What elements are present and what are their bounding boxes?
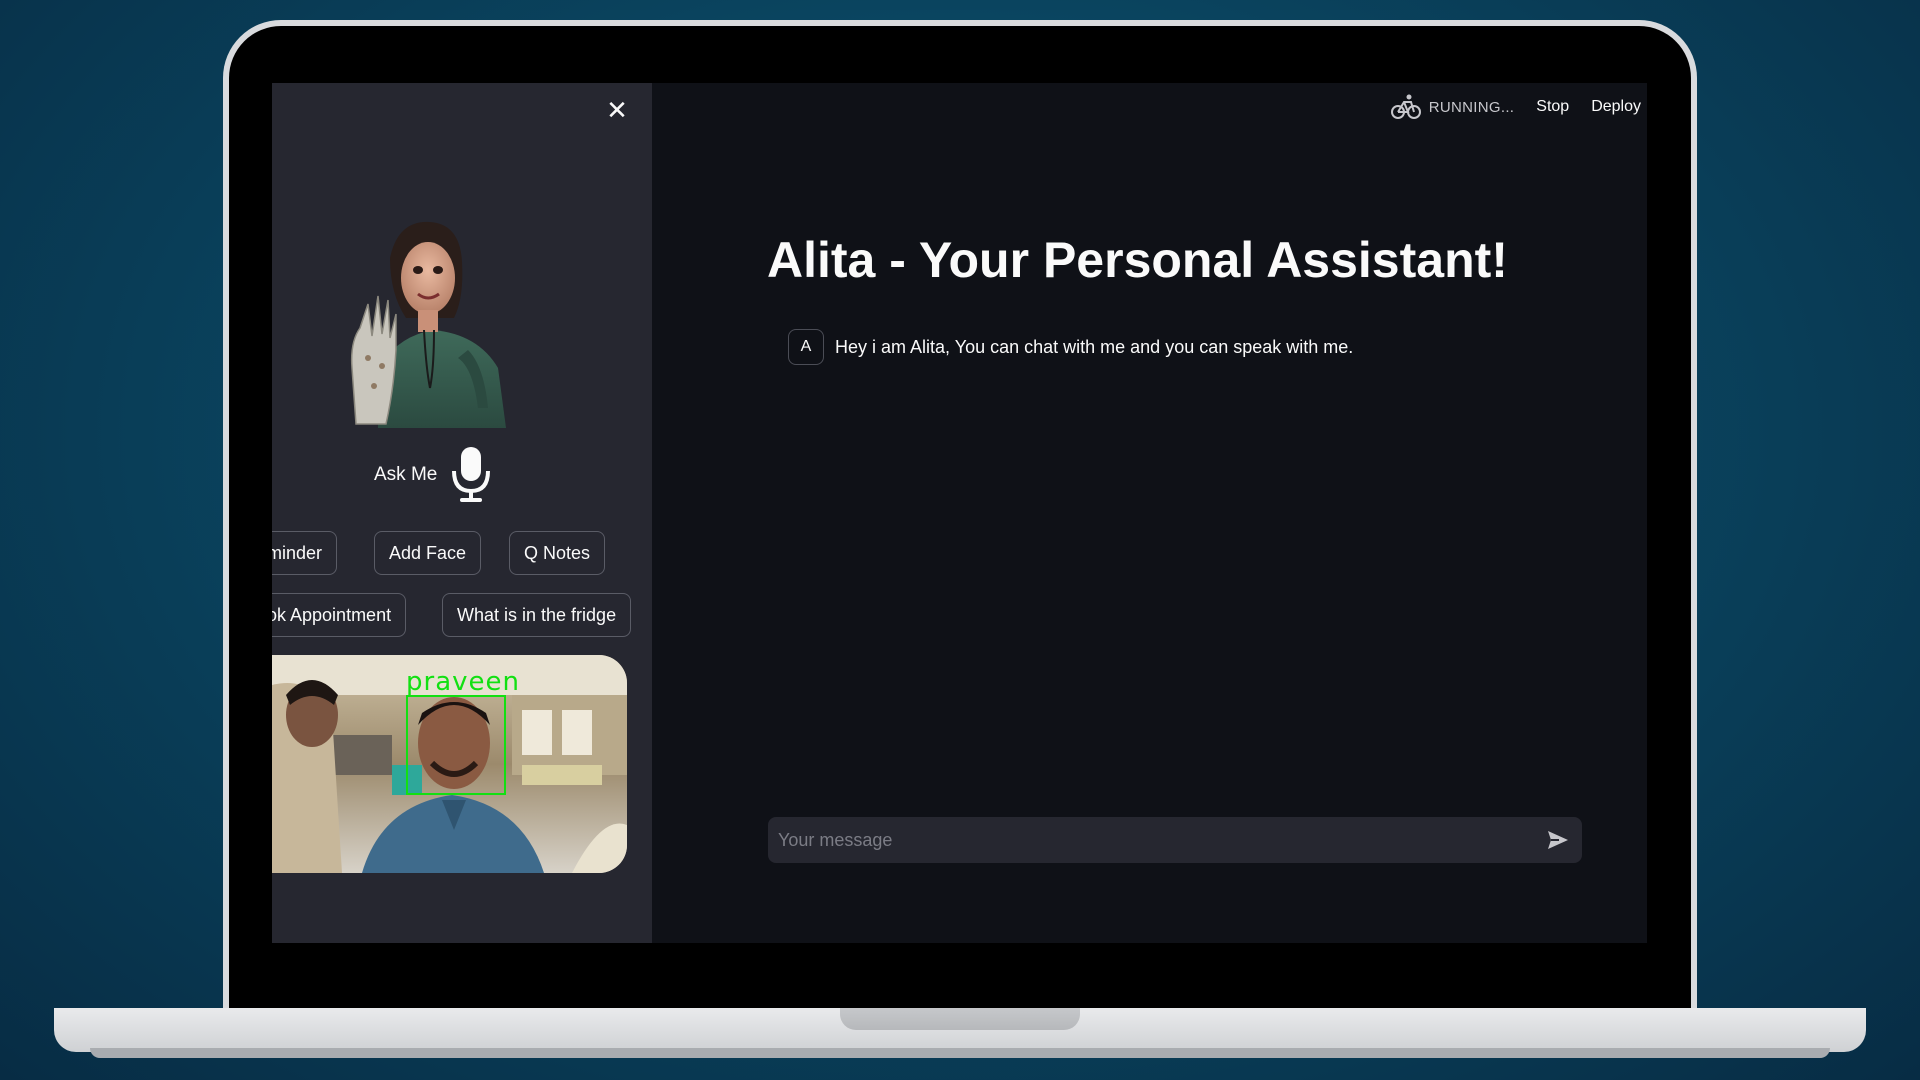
- laptop-base-shadow: [90, 1048, 1830, 1058]
- microphone-icon[interactable]: [449, 445, 493, 505]
- laptop-notch: [840, 1008, 1080, 1030]
- book-appointment-button[interactable]: ok Appointment: [272, 593, 407, 637]
- deploy-button[interactable]: Deploy: [1591, 98, 1641, 116]
- message-avatar: A: [788, 329, 824, 365]
- app-screen: ✕ Ask Me minder Add Face Q Notes ok Appo…: [272, 83, 1647, 943]
- message-text: Hey i am Alita, You can chat with me and…: [835, 336, 1354, 357]
- message-input[interactable]: [778, 817, 1518, 863]
- stop-button[interactable]: Stop: [1536, 98, 1569, 116]
- face-bounding-box: [406, 695, 506, 795]
- send-icon[interactable]: [1546, 828, 1570, 852]
- add-face-button[interactable]: Add Face: [374, 531, 482, 575]
- close-icon[interactable]: ✕: [605, 97, 629, 123]
- chat-message: A Hey i am Alita, You can chat with me a…: [788, 329, 1353, 365]
- q-notes-button[interactable]: Q Notes: [509, 531, 606, 575]
- reminder-button[interactable]: minder: [272, 531, 338, 575]
- page-title: Alita - Your Personal Assistant!: [767, 232, 1508, 288]
- assistant-avatar-image: [350, 221, 506, 428]
- chat-input-container: [768, 817, 1582, 863]
- bicycle-icon: [1390, 94, 1421, 119]
- running-status: RUNNING...: [1390, 94, 1515, 120]
- detected-face-label: praveen: [406, 667, 520, 697]
- sidebar: ✕ Ask Me minder Add Face Q Notes ok Appo…: [272, 83, 652, 943]
- ask-me-row: Ask Me: [374, 445, 493, 505]
- top-toolbar: RUNNING... Stop Deploy: [1390, 83, 1647, 131]
- fridge-button[interactable]: What is in the fridge: [442, 593, 632, 637]
- ask-me-label: Ask Me: [374, 464, 438, 485]
- status-text: RUNNING...: [1428, 98, 1515, 116]
- camera-feed: praveen: [272, 655, 627, 873]
